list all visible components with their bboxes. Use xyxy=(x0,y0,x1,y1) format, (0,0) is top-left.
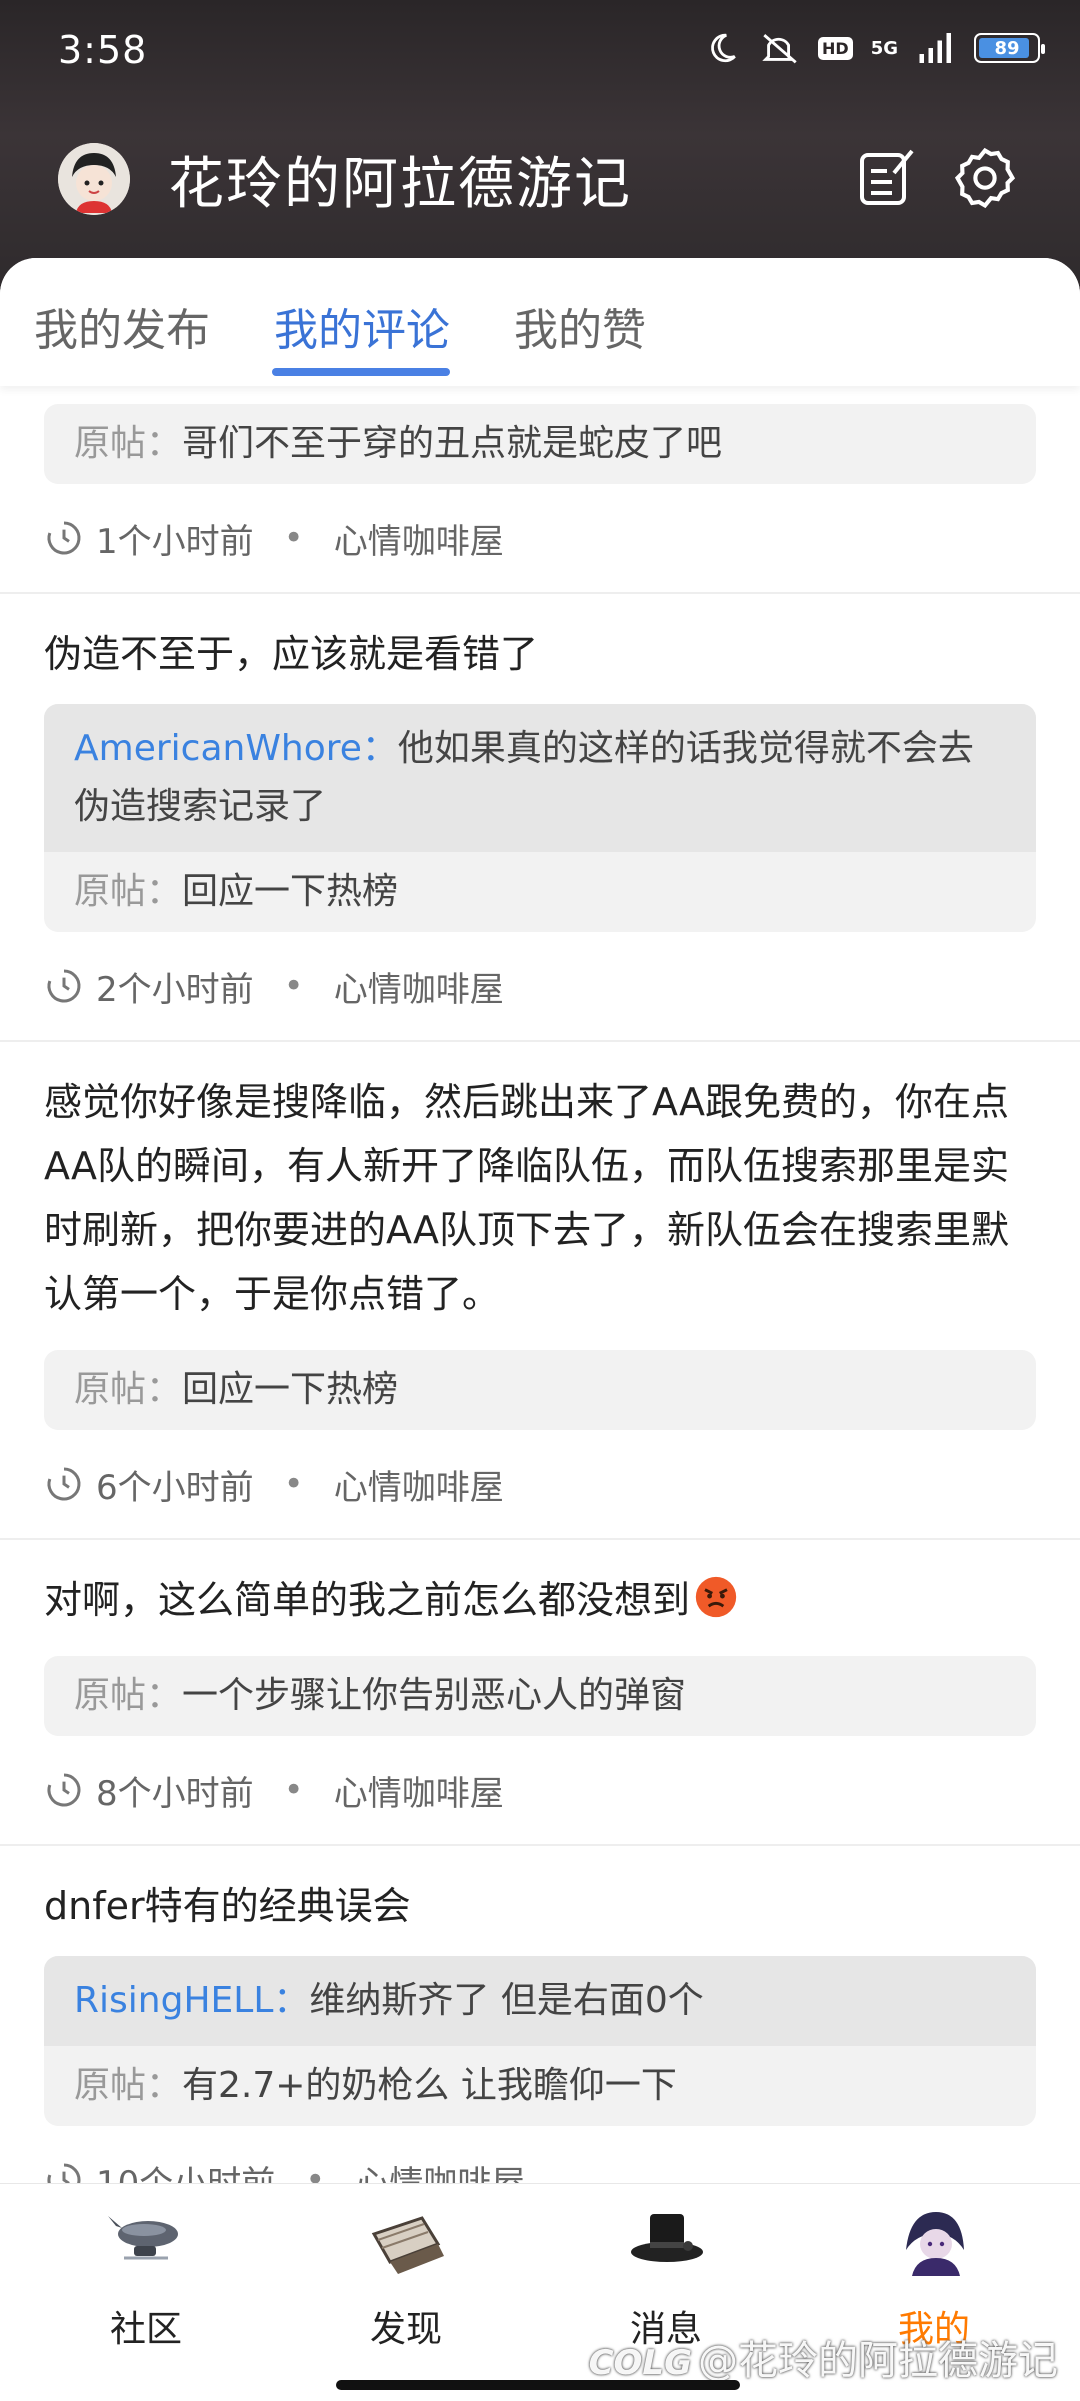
nav-label: 发现 xyxy=(369,2309,442,2350)
status-bar: 3:58 HD 5G 89 xyxy=(0,0,1080,100)
original-post-line: 原帖：哥们不至于穿的丑点就是蛇皮了吧 xyxy=(44,404,1036,484)
avatar[interactable] xyxy=(58,143,130,215)
network-label: 5G xyxy=(870,37,898,59)
original-post-line: 原帖：回应一下热榜 xyxy=(44,852,1036,932)
original-post-title: 回应一下热榜 xyxy=(182,871,399,912)
airship-icon xyxy=(104,2204,188,2280)
clock-icon xyxy=(44,1770,84,1810)
original-post-line: 原帖：有2.7+的奶枪么 让我瞻仰一下 xyxy=(44,2046,1036,2126)
original-label: 原帖： xyxy=(74,871,183,912)
original-label: 原帖： xyxy=(74,2065,183,2106)
original-post-box[interactable]: 原帖：哥们不至于穿的丑点就是蛇皮了吧 xyxy=(44,404,1036,484)
meta-separator: • xyxy=(283,1770,304,1810)
page-title: 花玲的阿拉德游记 xyxy=(168,152,632,217)
comment-time: 1个小时前 xyxy=(96,521,254,562)
comment-meta: 1个小时前 • 心情咖啡屋 xyxy=(44,484,1036,592)
status-time: 3:58 xyxy=(58,28,148,72)
meta-separator: • xyxy=(305,2160,326,2183)
original-post-line: 原帖：一个步骤让你告别恶心人的弹窗 xyxy=(44,1656,1036,1736)
gear-icon xyxy=(952,147,1018,215)
comment-meta: 6个小时前 • 心情咖啡屋 xyxy=(44,1430,1036,1538)
battery-icon: 89 xyxy=(974,33,1045,63)
colg-logo: COLG xyxy=(588,2343,692,2383)
tab-bar: 我的发布 我的评论 我的赞 xyxy=(0,258,1080,386)
original-post-line: 原帖：回应一下热榜 xyxy=(44,1350,1036,1430)
clock-icon xyxy=(44,2160,84,2183)
original-post-title: 回应一下热榜 xyxy=(182,1369,399,1410)
board-name[interactable]: 心情咖啡屋 xyxy=(334,1460,504,1509)
nav-community[interactable]: 社区 xyxy=(46,2204,246,2352)
reply-line: AmericanWhore：他如果真的这样的话我觉得就不会去伪造搜索记录了 xyxy=(44,704,1036,852)
signal-icon xyxy=(916,28,956,68)
comment-time: 8个小时前 xyxy=(96,1773,254,1814)
reply-line: RisingHELL：维纳斯齐了 但是右面0个 xyxy=(44,1956,1036,2046)
board-name[interactable]: 心情咖啡屋 xyxy=(334,514,504,563)
top-hat-icon xyxy=(624,2204,708,2280)
status-icons: HD 5G 89 xyxy=(702,28,1045,68)
watermark: COLG @花玲的阿拉德游记 xyxy=(589,2328,1058,2386)
clock-icon xyxy=(44,1464,84,1504)
comment-text: dnfer特有的经典误会 xyxy=(44,1884,411,1928)
reply-username[interactable]: AmericanWhore： xyxy=(74,728,398,769)
board-name[interactable]: 心情咖啡屋 xyxy=(334,962,504,1011)
character-avatar-icon xyxy=(892,2204,976,2280)
edit-note-icon xyxy=(854,149,920,215)
board-name[interactable]: 心情咖啡屋 xyxy=(334,1766,504,1815)
quote-box[interactable]: AmericanWhore：他如果真的这样的话我觉得就不会去伪造搜索记录了 原帖… xyxy=(44,704,1036,932)
original-post-title: 有2.7+的奶枪么 让我瞻仰一下 xyxy=(182,2065,677,2106)
original-label: 原帖： xyxy=(74,1675,183,1716)
comment-text: 伪造不至于，应该就是看错了 xyxy=(44,632,539,676)
original-label: 原帖： xyxy=(74,1369,183,1410)
comment-item[interactable]: 感觉你好像是搜降临，然后跳出来了AA跟免费的，你在点AA队的瞬间，有人新开了降临… xyxy=(0,1042,1080,1540)
moon-icon xyxy=(702,28,742,68)
comment-text-row: 对啊，这么简单的我之前怎么都没想到 xyxy=(44,1540,1036,1638)
comment-meta: 2个小时前 • 心情咖啡屋 xyxy=(44,932,1036,1040)
comment-item[interactable]: 伪造不至于，应该就是看错了 AmericanWhore：他如果真的这样的话我觉得… xyxy=(0,594,1080,1042)
original-post-box[interactable]: 原帖：一个步骤让你告别恶心人的弹窗 xyxy=(44,1656,1036,1736)
comment-time: 2个小时前 xyxy=(96,969,254,1010)
watermark-text: @花玲的阿拉德游记 xyxy=(698,2338,1058,2384)
tab-my-posts[interactable]: 我的发布 xyxy=(34,294,210,358)
nav-label: 社区 xyxy=(109,2309,182,2350)
nav-discover[interactable]: 发现 xyxy=(306,2204,506,2352)
reply-text: 维纳斯齐了 但是右面0个 xyxy=(309,1980,704,2021)
scroll-book-icon xyxy=(364,2204,448,2280)
original-post-title: 哥们不至于穿的丑点就是蛇皮了吧 xyxy=(182,423,723,464)
tab-my-likes[interactable]: 我的赞 xyxy=(514,294,646,358)
reply-username[interactable]: RisingHELL： xyxy=(74,1980,309,2021)
edit-button[interactable] xyxy=(854,145,920,211)
board-name[interactable]: 心情咖啡屋 xyxy=(355,2156,525,2184)
meta-separator: • xyxy=(283,966,304,1006)
tab-indicator xyxy=(272,368,450,376)
meta-separator: • xyxy=(283,518,304,558)
home-indicator[interactable] xyxy=(336,2380,740,2390)
comment-meta: 10个小时前 • 心情咖啡屋 xyxy=(44,2126,1036,2183)
mute-icon xyxy=(760,28,800,68)
quote-box[interactable]: RisingHELL：维纳斯齐了 但是右面0个 原帖：有2.7+的奶枪么 让我瞻… xyxy=(44,1956,1036,2126)
bottom-nav: 社区 发现 消息 我的 COLG @花玲的阿拉德游记 xyxy=(0,2183,1080,2401)
comment-meta: 8个小时前 • 心情咖啡屋 xyxy=(44,1736,1036,1844)
title-row: 花玲的阿拉德游记 xyxy=(0,135,1080,225)
comment-feed[interactable]: 原帖：哥们不至于穿的丑点就是蛇皮了吧 1个小时前 • 心情咖啡屋 伪造不至于，应… xyxy=(0,386,1080,2183)
clock-icon xyxy=(44,966,84,1006)
original-post-box[interactable]: 原帖：回应一下热榜 xyxy=(44,1350,1036,1430)
comment-item[interactable]: 对啊，这么简单的我之前怎么都没想到 原帖：一个步骤让你告别恶心人的弹窗 8个小时… xyxy=(0,1540,1080,1846)
meta-separator: • xyxy=(283,1464,304,1504)
settings-button[interactable] xyxy=(952,145,1018,211)
comment-item[interactable]: dnfer特有的经典误会 RisingHELL：维纳斯齐了 但是右面0个 原帖：… xyxy=(0,1846,1080,2183)
angry-emoji-icon xyxy=(694,1574,738,1638)
original-label: 原帖： xyxy=(74,423,183,464)
hd-badge: HD xyxy=(818,36,853,60)
original-post-title: 一个步骤让你告别恶心人的弹窗 xyxy=(182,1675,687,1716)
content-card: 我的发布 我的评论 我的赞 原帖：哥们不至于穿的丑点就是蛇皮了吧 1个小时前 •… xyxy=(0,258,1080,2183)
comment-text: 对啊，这么简单的我之前怎么都没想到 xyxy=(44,1578,691,1622)
comment-text: 感觉你好像是搜降临，然后跳出来了AA跟免费的，你在点AA队的瞬间，有人新开了降临… xyxy=(44,1080,1010,1316)
comment-time: 10个小时前 xyxy=(96,2156,275,2184)
comment-time: 6个小时前 xyxy=(96,1467,254,1508)
tab-my-comments[interactable]: 我的评论 xyxy=(274,294,450,358)
clock-icon xyxy=(44,518,84,558)
battery-level: 89 xyxy=(994,37,1020,59)
comment-item[interactable]: 原帖：哥们不至于穿的丑点就是蛇皮了吧 1个小时前 • 心情咖啡屋 xyxy=(0,404,1080,594)
app-header: 3:58 HD 5G 89 花玲的阿拉德游记 xyxy=(0,0,1080,300)
